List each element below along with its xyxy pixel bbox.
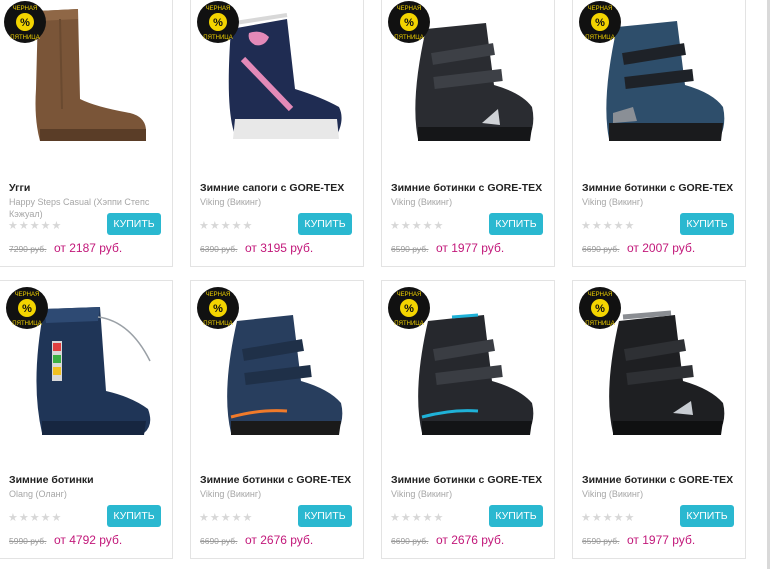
badge-top-text: ЧЕРНАЯ <box>13 6 38 12</box>
badge-bottom-text: ПЯТНИЦА <box>203 35 232 41</box>
buy-button[interactable]: КУПИТЬ <box>680 213 734 235</box>
product-brand: Viking (Викинг) <box>200 197 262 207</box>
new-price: от 4792 руб. <box>54 533 123 547</box>
old-price: 6390 руб. <box>200 244 238 254</box>
badge-symbol: % <box>595 17 605 29</box>
black-friday-badge: % ЧЕРНАЯ ПЯТНИЦА <box>197 287 239 329</box>
badge-symbol: % <box>595 303 605 315</box>
buy-button[interactable]: КУПИТЬ <box>107 213 161 235</box>
product-brand: Viking (Викинг) <box>391 197 453 207</box>
product-brand: Viking (Викинг) <box>582 197 644 207</box>
buy-button[interactable]: КУПИТЬ <box>298 213 352 235</box>
black-friday-badge: % ЧЕРНАЯ ПЯТНИЦА <box>579 1 621 43</box>
badge-top-text: ЧЕРНАЯ <box>588 6 613 12</box>
badge-symbol: % <box>404 17 414 29</box>
buy-button[interactable]: КУПИТЬ <box>107 505 161 527</box>
new-price: от 2187 руб. <box>54 241 123 255</box>
rating-stars[interactable]: ★★★★★ <box>581 219 635 232</box>
buy-button[interactable]: КУПИТЬ <box>489 505 543 527</box>
badge-symbol: % <box>22 303 32 315</box>
product-brand: Viking (Викинг) <box>582 489 644 499</box>
product-title[interactable]: Зимние ботинки с GORE-TEX <box>391 474 542 486</box>
old-price: 6590 руб. <box>391 244 429 254</box>
badge-bottom-text: ПЯТНИЦА <box>394 35 423 41</box>
badge-bottom-text: ПЯТНИЦА <box>203 321 232 327</box>
badge-top-text: ЧЕРНАЯ <box>15 292 40 298</box>
new-price: от 2676 руб. <box>436 533 505 547</box>
badge-top-text: ЧЕРНАЯ <box>206 6 231 12</box>
new-price: от 2007 руб. <box>627 241 696 255</box>
product-brand: Olang (Оланг) <box>9 489 67 499</box>
product-card[interactable]: % ЧЕРНАЯ ПЯТНИЦА Зимние сапоги с GORE-TE… <box>190 0 364 267</box>
buy-button[interactable]: КУПИТЬ <box>489 213 543 235</box>
black-friday-badge: % ЧЕРНАЯ ПЯТНИЦА <box>6 287 48 329</box>
rating-stars[interactable]: ★★★★★ <box>199 511 253 524</box>
badge-bottom-text: ПЯТНИЦА <box>10 35 39 41</box>
badge-top-text: ЧЕРНАЯ <box>397 6 422 12</box>
old-price: 5990 руб. <box>9 536 47 546</box>
rating-stars[interactable]: ★★★★★ <box>8 511 62 524</box>
product-title[interactable]: Зимние ботинки с GORE-TEX <box>582 182 733 194</box>
product-title[interactable]: Зимние ботинки с GORE-TEX <box>582 474 733 486</box>
old-price: 6690 руб. <box>200 536 238 546</box>
old-price: 6690 руб. <box>582 244 620 254</box>
new-price: от 2676 руб. <box>245 533 314 547</box>
black-friday-badge: % ЧЕРНАЯ ПЯТНИЦА <box>388 287 430 329</box>
badge-bottom-text: ПЯТНИЦА <box>585 321 614 327</box>
badge-top-text: ЧЕРНАЯ <box>206 292 231 298</box>
buy-button[interactable]: КУПИТЬ <box>680 505 734 527</box>
product-card[interactable]: % ЧЕРНАЯ ПЯТНИЦА Зимние ботинки с GORE-T… <box>381 0 555 267</box>
rating-stars[interactable]: ★★★★★ <box>390 219 444 232</box>
badge-symbol: % <box>404 303 414 315</box>
product-title[interactable]: Зимние ботинки <box>9 474 94 486</box>
badge-bottom-text: ПЯТНИЦА <box>12 321 41 327</box>
product-brand: Viking (Викинг) <box>200 489 262 499</box>
product-card[interactable]: % ЧЕРНАЯ ПЯТНИЦА Зимние ботинки с GORE-T… <box>572 0 746 267</box>
product-card[interactable]: % ЧЕРНАЯ ПЯТНИЦА Зимние ботинки с GORE-T… <box>381 280 555 559</box>
product-card[interactable]: % ЧЕРНАЯ ПЯТНИЦА Зимние ботинки с GORE-T… <box>190 280 364 559</box>
product-title[interactable]: Зимние ботинки с GORE-TEX <box>200 474 351 486</box>
black-friday-badge: % ЧЕРНАЯ ПЯТНИЦА <box>579 287 621 329</box>
badge-bottom-text: ПЯТНИЦА <box>394 321 423 327</box>
old-price: 6690 руб. <box>391 536 429 546</box>
old-price: 6590 руб. <box>582 536 620 546</box>
product-card[interactable]: % ЧЕРНАЯ ПЯТНИЦА Зимние ботинки с GORE-T… <box>572 280 746 559</box>
product-title[interactable]: Зимние сапоги с GORE-TEX <box>200 182 344 194</box>
old-price: 7290 руб. <box>9 244 47 254</box>
new-price: от 3195 руб. <box>245 241 314 255</box>
black-friday-badge: % ЧЕРНАЯ ПЯТНИЦА <box>388 1 430 43</box>
product-grid: % ЧЕРНАЯ ПЯТНИЦА Угги Happy Steps Casual… <box>0 0 770 569</box>
product-card[interactable]: % ЧЕРНАЯ ПЯТНИЦА Угги Happy Steps Casual… <box>0 0 173 267</box>
buy-button[interactable]: КУПИТЬ <box>298 505 352 527</box>
badge-bottom-text: ПЯТНИЦА <box>585 35 614 41</box>
badge-symbol: % <box>213 17 223 29</box>
product-title[interactable]: Угги <box>9 182 30 194</box>
rating-stars[interactable]: ★★★★★ <box>390 511 444 524</box>
black-friday-badge: % ЧЕРНАЯ ПЯТНИЦА <box>197 1 239 43</box>
badge-symbol: % <box>20 17 30 29</box>
new-price: от 1977 руб. <box>436 241 505 255</box>
product-card[interactable]: % ЧЕРНАЯ ПЯТНИЦА Зимние ботинки Olang (О… <box>0 280 173 559</box>
rating-stars[interactable]: ★★★★★ <box>199 219 253 232</box>
rating-stars[interactable]: ★★★★★ <box>581 511 635 524</box>
new-price: от 1977 руб. <box>627 533 696 547</box>
badge-top-text: ЧЕРНАЯ <box>588 292 613 298</box>
product-title[interactable]: Зимние ботинки с GORE-TEX <box>391 182 542 194</box>
black-friday-badge: % ЧЕРНАЯ ПЯТНИЦА <box>4 1 46 43</box>
product-brand: Viking (Викинг) <box>391 489 453 499</box>
badge-symbol: % <box>213 303 223 315</box>
rating-stars[interactable]: ★★★★★ <box>8 219 62 232</box>
badge-top-text: ЧЕРНАЯ <box>397 292 422 298</box>
